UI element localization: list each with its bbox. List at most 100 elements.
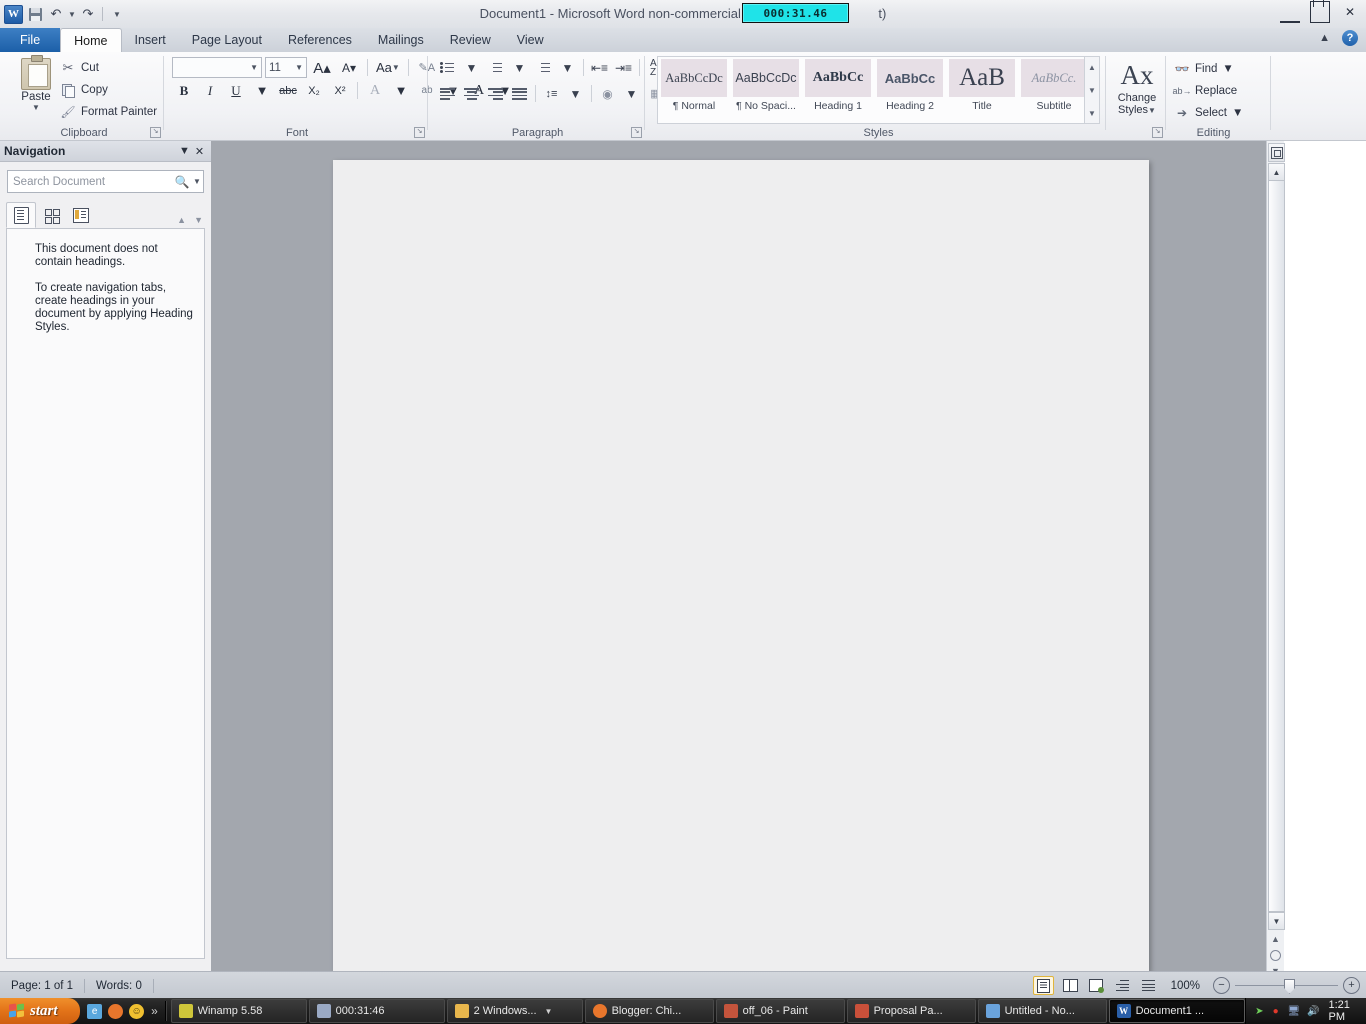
zoom-out-button[interactable]: − (1213, 977, 1230, 994)
underline-button[interactable]: U (224, 80, 248, 101)
align-right-button[interactable] (484, 83, 507, 104)
styles-scroll-down-icon[interactable]: ▼ (1088, 80, 1096, 100)
text-effects-button[interactable]: A (363, 80, 387, 101)
task-winamp[interactable]: Winamp 5.58 (170, 999, 307, 1023)
task-notepad[interactable]: Untitled - No... (977, 999, 1107, 1023)
format-painter-button[interactable]: Format Painter (60, 101, 157, 123)
nav-tab-headings[interactable] (6, 202, 36, 228)
zoom-slider[interactable]: − + (1213, 977, 1360, 994)
align-left-button[interactable] (436, 83, 459, 104)
clock[interactable]: 1:21 PM (1326, 999, 1358, 1023)
shading-dropdown-icon[interactable]: ▼ (620, 83, 643, 104)
document-page[interactable] (333, 160, 1149, 971)
tab-review[interactable]: Review (437, 28, 504, 52)
numbering-button[interactable] (484, 57, 507, 78)
nav-tab-results[interactable] (66, 202, 96, 228)
font-name-input[interactable]: ▼ (172, 57, 262, 78)
numbering-dropdown-icon[interactable]: ▼ (508, 57, 531, 78)
quicklaunch-firefox-icon[interactable] (108, 1003, 124, 1019)
shading-button[interactable]: ◉ (596, 83, 619, 104)
tab-mailings[interactable]: Mailings (365, 28, 437, 52)
justify-button[interactable] (508, 83, 531, 104)
previous-page-button[interactable]: ▲ (1268, 931, 1283, 947)
nav-next-icon[interactable]: ▼ (194, 215, 203, 225)
multilevel-list-button[interactable] (532, 57, 555, 78)
paste-button[interactable]: Paste ▼ (12, 55, 60, 112)
task-proposal[interactable]: Proposal Pa... (846, 999, 976, 1023)
select-browse-object-button[interactable] (1268, 947, 1283, 963)
help-icon[interactable]: ? (1342, 30, 1358, 46)
scroll-thumb[interactable] (1268, 180, 1285, 912)
task-paint[interactable]: off_06 - Paint (715, 999, 845, 1023)
find-dropdown-icon[interactable]: ▼ (1222, 63, 1233, 75)
zoom-level-label[interactable]: 100% (1165, 980, 1206, 992)
select-button[interactable]: ➔ Select ▼ (1174, 102, 1243, 124)
styles-scroll-up-icon[interactable]: ▲ (1088, 57, 1096, 77)
align-center-button[interactable] (460, 83, 483, 104)
line-spacing-button[interactable]: ↕≡ (540, 83, 563, 104)
view-web-layout-button[interactable] (1087, 977, 1106, 994)
scroll-up-button[interactable]: ▲ (1268, 163, 1285, 181)
paragraph-dialog-launcher[interactable]: ↘ (631, 127, 642, 138)
zoom-in-button[interactable]: + (1343, 977, 1360, 994)
font-size-input[interactable]: 11 ▼ (265, 57, 307, 78)
styles-more-icon[interactable]: ▼ (1088, 103, 1096, 123)
collapse-ribbon-icon[interactable]: ▲ (1319, 32, 1330, 44)
scroll-down-button[interactable]: ▼ (1268, 912, 1285, 930)
bullets-dropdown-icon[interactable]: ▼ (460, 57, 483, 78)
change-case-button[interactable]: Aa ▼ (374, 57, 402, 78)
font-dialog-launcher[interactable]: ↘ (414, 127, 425, 138)
tab-home[interactable]: Home (60, 28, 122, 53)
network-icon[interactable]: 🖥 (1287, 1005, 1300, 1018)
tab-page-layout[interactable]: Page Layout (179, 28, 275, 52)
view-full-screen-reading-button[interactable] (1061, 977, 1080, 994)
styles-dialog-launcher[interactable]: ↘ (1152, 127, 1163, 138)
strikethrough-button[interactable]: abc (276, 80, 300, 101)
navigation-pane-close-icon[interactable]: ✕ (192, 144, 207, 159)
nav-previous-icon[interactable]: ▲ (177, 215, 186, 225)
cut-button[interactable]: Cut (60, 57, 157, 79)
italic-button[interactable]: I (198, 80, 222, 101)
split-window-button[interactable] (1268, 143, 1285, 162)
view-draft-button[interactable] (1139, 977, 1158, 994)
volume-icon[interactable]: 🔊 (1307, 1005, 1319, 1018)
select-dropdown-icon[interactable]: ▼ (1232, 107, 1243, 119)
style-subtitle[interactable]: AaBbCc. Subtitle (1018, 57, 1090, 123)
task-document1[interactable]: W Document1 ... (1108, 999, 1245, 1023)
quicklaunch-overflow-icon[interactable]: » (151, 1004, 158, 1018)
change-styles-button[interactable]: Ax Change Styles▼ ↘ (1108, 52, 1166, 140)
quicklaunch-ie-icon[interactable]: e (87, 1003, 103, 1019)
view-print-layout-button[interactable] (1032, 976, 1054, 995)
shrink-font-button[interactable]: A▾ (337, 57, 361, 78)
task-timer[interactable]: 000:31:46 (308, 999, 445, 1023)
copy-button[interactable]: Copy (60, 79, 157, 101)
search-options-icon[interactable]: ▼ (191, 177, 203, 186)
restore-button[interactable] (1310, 0, 1330, 23)
grow-font-button[interactable]: A▴ (310, 57, 334, 78)
superscript-button[interactable]: X² (328, 80, 352, 101)
decrease-indent-button[interactable]: ⇤≡ (588, 57, 611, 78)
close-button[interactable]: ✕ (1340, 2, 1360, 22)
start-button[interactable]: start (0, 998, 81, 1024)
document-vertical-scrollbar[interactable]: ▲ ▼ ▲ ▼ (1266, 141, 1285, 976)
navigation-pane-options-icon[interactable]: ▼ (177, 144, 192, 159)
bold-button[interactable]: B (172, 80, 196, 101)
multilevel-dropdown-icon[interactable]: ▼ (556, 57, 579, 78)
subscript-button[interactable]: X₂ (302, 80, 326, 101)
search-document-box[interactable]: 🔍 ▼ (7, 170, 204, 193)
tab-references[interactable]: References (275, 28, 365, 52)
find-button[interactable]: 👓 Find ▼ (1174, 58, 1243, 80)
replace-button[interactable]: ab→ Replace (1173, 80, 1243, 102)
tab-insert[interactable]: Insert (122, 28, 179, 52)
font-name-dropdown-icon[interactable]: ▼ (250, 63, 258, 72)
safely-remove-hardware-icon[interactable]: ➤ (1255, 1005, 1264, 1018)
zoom-track[interactable] (1235, 978, 1338, 994)
view-outline-button[interactable] (1113, 977, 1132, 994)
underline-dropdown-icon[interactable]: ▼ (250, 80, 274, 101)
text-effects-dropdown-icon[interactable]: ▼ (389, 80, 413, 101)
document-canvas[interactable] (211, 141, 1266, 971)
search-icon[interactable]: 🔍 (173, 175, 191, 189)
page-indicator[interactable]: Page: 1 of 1 (0, 980, 84, 992)
minimize-button[interactable] (1280, 2, 1300, 23)
paste-dropdown-icon[interactable]: ▼ (12, 103, 60, 112)
